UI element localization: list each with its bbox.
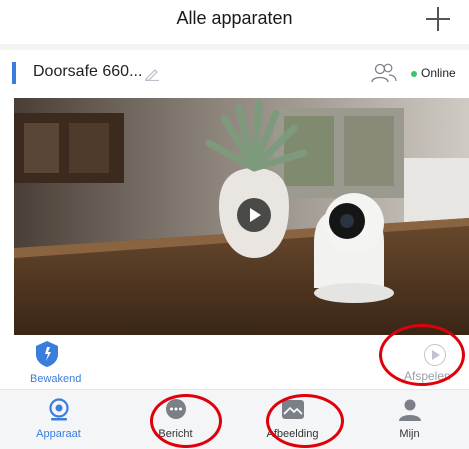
tab-afbeelding[interactable]: Afbeelding: [234, 390, 351, 449]
pencil-icon[interactable]: [144, 67, 160, 81]
device-controls-row: Bewakend Afspelen: [0, 335, 469, 389]
tab-label: Afbeelding: [266, 428, 319, 440]
play-icon[interactable]: [237, 198, 271, 232]
camera-preview[interactable]: [14, 98, 469, 335]
bottom-tab-bar: Apparaat Bericht Afbeelding Mijn: [0, 389, 469, 449]
page-title: Alle apparaten: [176, 8, 293, 28]
top-bar: Alle apparaten: [0, 0, 469, 44]
users-icon[interactable]: [370, 62, 398, 84]
accent-bar: [12, 62, 16, 84]
chat-bubble-icon: [166, 399, 186, 419]
tab-label: Apparaat: [36, 428, 81, 440]
tab-label: Mijn: [399, 428, 420, 440]
shield-icon[interactable]: [34, 340, 60, 368]
guard-label: Bewakend: [30, 373, 82, 385]
device-card-header: Doorsafe 660... Online: [0, 50, 469, 98]
camera-icon: [49, 398, 69, 421]
image-icon: [282, 400, 304, 419]
status-text: Online: [421, 66, 456, 80]
person-icon: [399, 399, 421, 421]
playback-label[interactable]: Afspelen: [404, 369, 451, 383]
device-name[interactable]: Doorsafe 660...: [33, 63, 142, 81]
add-device-button[interactable]: [423, 4, 453, 34]
tab-apparaat[interactable]: Apparaat: [0, 390, 117, 449]
online-dot: [411, 71, 417, 77]
play-circle-icon[interactable]: [424, 344, 446, 366]
tab-label: Bericht: [158, 428, 193, 440]
tab-mijn[interactable]: Mijn: [351, 390, 468, 449]
tab-bericht[interactable]: Bericht: [117, 390, 234, 449]
